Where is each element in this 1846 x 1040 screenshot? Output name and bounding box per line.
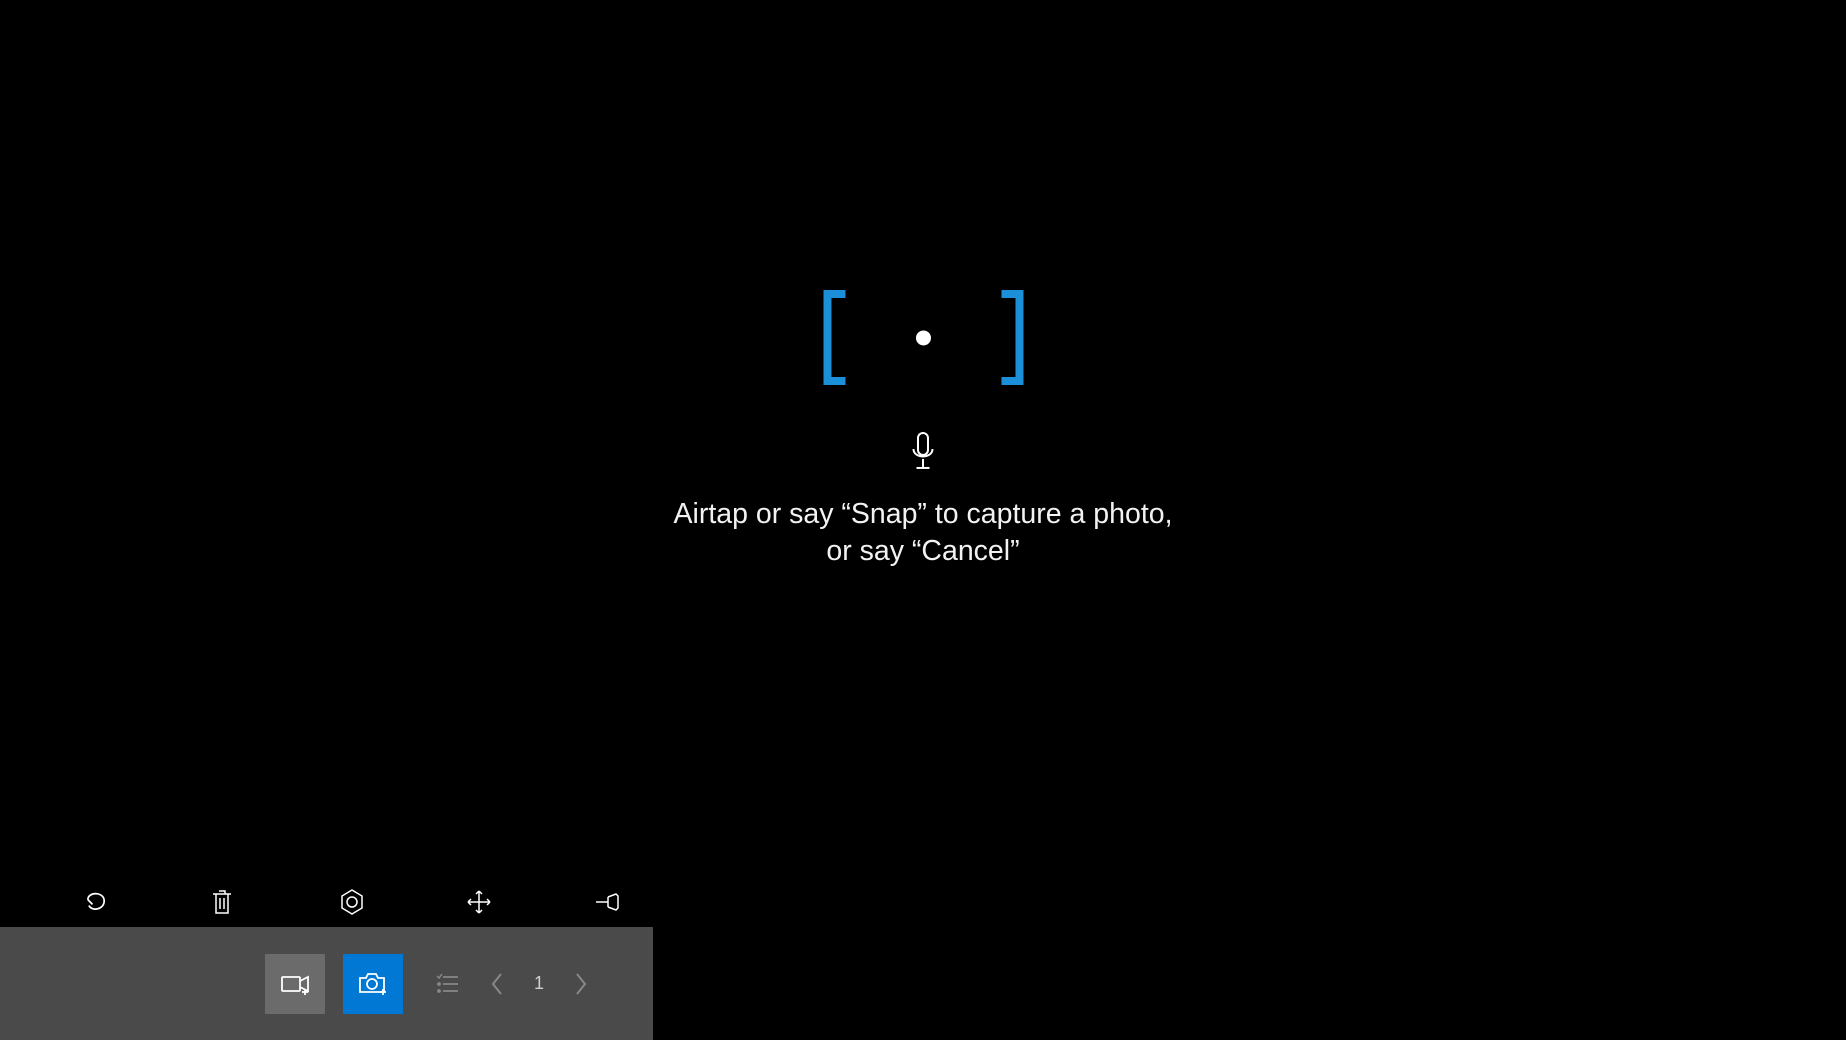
instruction-line1: Airtap or say “Snap” to capture a photo,: [673, 498, 1172, 530]
move-button[interactable]: [466, 877, 594, 927]
target-button[interactable]: [338, 877, 466, 927]
delete-button[interactable]: [210, 877, 338, 927]
move-icon: [466, 889, 492, 915]
list-button[interactable]: [436, 974, 460, 994]
video-camera-icon: [280, 973, 310, 995]
list-icon: [436, 974, 460, 994]
camera-icon: [358, 971, 388, 997]
next-button[interactable]: [574, 972, 588, 996]
page-nav: 1: [436, 972, 588, 996]
prev-button[interactable]: [490, 972, 504, 996]
bracket-left-icon: [823, 290, 845, 385]
pin-button[interactable]: [594, 877, 722, 927]
capture-brackets: [823, 290, 1023, 385]
chevron-right-icon: [574, 972, 588, 996]
bracket-right-icon: [1001, 290, 1023, 385]
viewfinder[interactable]: Airtap or say “Snap” to capture a photo,…: [673, 290, 1172, 570]
instruction-text: Airtap or say “Snap” to capture a photo,…: [673, 496, 1172, 570]
instruction-line2: or say “Cancel”: [826, 535, 1019, 567]
video-mode-button[interactable]: [265, 954, 325, 1014]
chevron-left-icon: [490, 972, 504, 996]
bottom-bar: 1: [0, 927, 653, 1040]
microphone-icon: [911, 431, 936, 476]
undo-icon: [82, 888, 110, 916]
pin-icon: [594, 891, 622, 913]
trash-icon: [210, 888, 234, 916]
center-dot-icon: [916, 330, 931, 345]
edit-toolbar: [0, 877, 722, 927]
page-number: 1: [534, 973, 544, 994]
target-icon: [338, 888, 366, 916]
photo-mode-button[interactable]: [343, 954, 403, 1014]
undo-button[interactable]: [82, 877, 210, 927]
